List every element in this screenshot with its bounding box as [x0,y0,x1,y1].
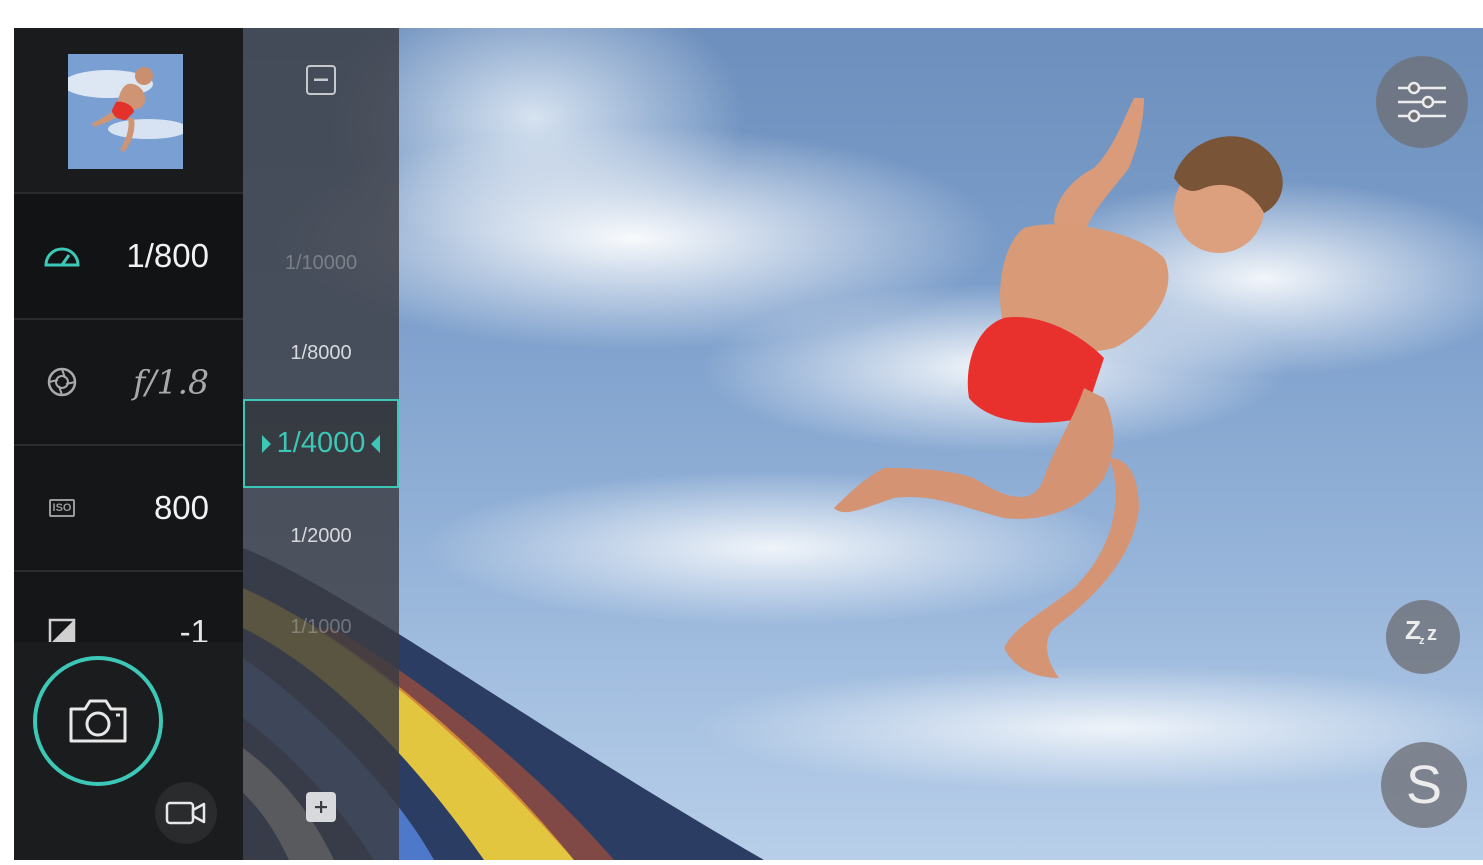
capture-button[interactable] [33,656,163,786]
picker-option-1-2000[interactable]: 1/2000 [243,525,399,548]
shutter-speed-picker[interactable]: 1/10000 1/8000 1/4000 1/2000 1/1000 [243,28,399,860]
s-mode-icon: S [1405,755,1443,815]
iso-icon: ISO [42,493,82,523]
selection-arrow-right-icon [261,434,271,453]
shutter-speed-row[interactable]: 1/800 [14,192,243,318]
aperture-icon [42,367,82,397]
picker-selected-value: 1/4000 [276,427,366,459]
last-photo-cell [14,28,243,192]
picker-selected-option[interactable]: 1/4000 [243,399,399,488]
aperture-row[interactable]: f/1.8 [14,318,243,444]
settings-button[interactable] [1376,56,1468,148]
exposure-panel: 1/800 f/1.8 ISO 800 -1 [14,28,243,860]
capture-area [14,642,243,860]
ev-row[interactable]: -1 [14,570,243,644]
s-mode-button[interactable]: S [1381,742,1467,828]
video-mode-button[interactable] [155,782,217,844]
speedometer-icon [42,241,82,271]
camera-app: 1/800 f/1.8 ISO 800 -1 1/10000 1/8000 1/… [14,28,1483,860]
picker-option-1-10000[interactable]: 1/10000 [243,252,399,275]
picker-option-1-8000[interactable]: 1/8000 [243,342,399,365]
sleep-zzz-icon: Z z z [1405,615,1437,647]
iso-value: 800 [153,489,209,526]
last-photo-thumbnail[interactable] [68,54,183,169]
sliders-icon [1398,81,1446,123]
shutter-speed-value: 1/800 [126,237,209,274]
video-camera-icon [165,801,206,825]
exposure-compensation-icon [42,617,82,644]
minus-icon[interactable] [306,65,336,95]
ev-value: -1 [179,613,209,644]
thumbnail-image [68,54,183,169]
aperture-value: f/1.8 [133,362,209,402]
camera-icon [69,699,127,743]
iso-icon-label: ISO [48,499,76,517]
picker-option-1-1000[interactable]: 1/1000 [243,616,399,639]
sleep-button[interactable]: Z z z [1386,600,1460,674]
jumping-boy [834,98,1283,678]
plus-icon[interactable] [306,792,336,822]
iso-row[interactable]: ISO 800 [14,444,243,570]
selection-arrow-left-icon [371,434,381,453]
